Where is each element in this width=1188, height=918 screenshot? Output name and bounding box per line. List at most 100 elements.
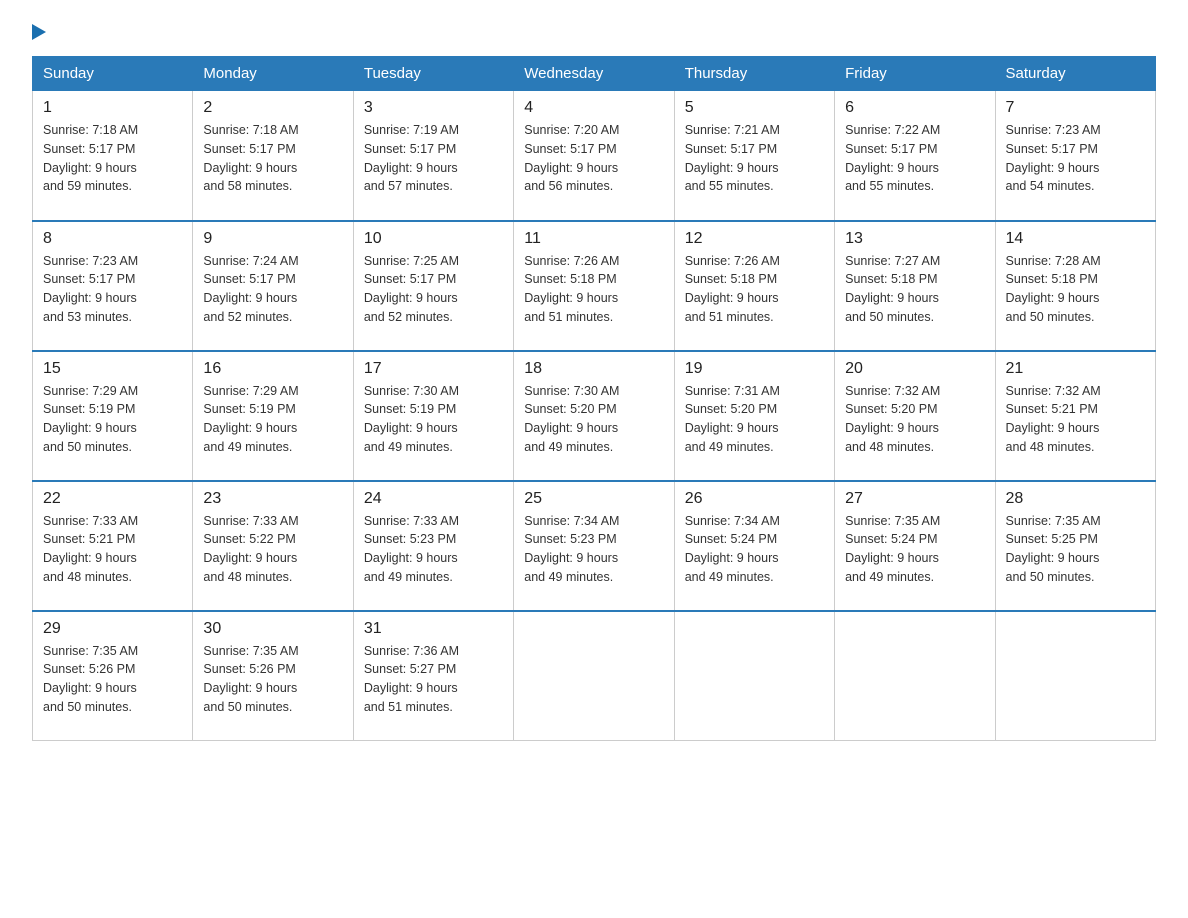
calendar-day-cell: 23 Sunrise: 7:33 AMSunset: 5:22 PMDaylig… [193, 481, 353, 611]
calendar-day-cell: 2 Sunrise: 7:18 AMSunset: 5:17 PMDayligh… [193, 91, 353, 221]
calendar-day-cell: 7 Sunrise: 7:23 AMSunset: 5:17 PMDayligh… [995, 91, 1155, 221]
day-info: Sunrise: 7:30 AMSunset: 5:19 PMDaylight:… [364, 382, 503, 457]
calendar-day-cell: 21 Sunrise: 7:32 AMSunset: 5:21 PMDaylig… [995, 351, 1155, 481]
calendar-week-row: 1 Sunrise: 7:18 AMSunset: 5:17 PMDayligh… [33, 91, 1156, 221]
day-info: Sunrise: 7:30 AMSunset: 5:20 PMDaylight:… [524, 382, 663, 457]
calendar-day-cell: 20 Sunrise: 7:32 AMSunset: 5:20 PMDaylig… [835, 351, 995, 481]
day-number: 24 [364, 490, 503, 508]
calendar-day-cell: 3 Sunrise: 7:19 AMSunset: 5:17 PMDayligh… [353, 91, 513, 221]
day-info: Sunrise: 7:33 AMSunset: 5:21 PMDaylight:… [43, 512, 182, 587]
calendar-day-cell: 9 Sunrise: 7:24 AMSunset: 5:17 PMDayligh… [193, 221, 353, 351]
day-of-week-header: Wednesday [514, 57, 674, 91]
calendar-week-row: 22 Sunrise: 7:33 AMSunset: 5:21 PMDaylig… [33, 481, 1156, 611]
day-of-week-header: Sunday [33, 57, 193, 91]
day-of-week-header: Thursday [674, 57, 834, 91]
calendar-day-cell [514, 611, 674, 741]
day-number: 28 [1006, 490, 1145, 508]
day-number: 8 [43, 230, 182, 248]
day-info: Sunrise: 7:26 AMSunset: 5:18 PMDaylight:… [524, 252, 663, 327]
day-info: Sunrise: 7:24 AMSunset: 5:17 PMDaylight:… [203, 252, 342, 327]
calendar-day-cell: 29 Sunrise: 7:35 AMSunset: 5:26 PMDaylig… [33, 611, 193, 741]
calendar-day-cell: 25 Sunrise: 7:34 AMSunset: 5:23 PMDaylig… [514, 481, 674, 611]
day-info: Sunrise: 7:18 AMSunset: 5:17 PMDaylight:… [43, 121, 182, 196]
calendar-day-cell: 31 Sunrise: 7:36 AMSunset: 5:27 PMDaylig… [353, 611, 513, 741]
day-number: 29 [43, 620, 182, 638]
logo-general [32, 24, 46, 40]
day-of-week-header: Monday [193, 57, 353, 91]
day-info: Sunrise: 7:32 AMSunset: 5:21 PMDaylight:… [1006, 382, 1145, 457]
calendar-day-cell: 18 Sunrise: 7:30 AMSunset: 5:20 PMDaylig… [514, 351, 674, 481]
logo-flag-icon [32, 24, 46, 40]
day-info: Sunrise: 7:19 AMSunset: 5:17 PMDaylight:… [364, 121, 503, 196]
day-of-week-header: Saturday [995, 57, 1155, 91]
day-number: 12 [685, 230, 824, 248]
calendar-day-cell: 8 Sunrise: 7:23 AMSunset: 5:17 PMDayligh… [33, 221, 193, 351]
day-info: Sunrise: 7:34 AMSunset: 5:24 PMDaylight:… [685, 512, 824, 587]
day-info: Sunrise: 7:25 AMSunset: 5:17 PMDaylight:… [364, 252, 503, 327]
day-number: 5 [685, 99, 824, 117]
calendar-week-row: 29 Sunrise: 7:35 AMSunset: 5:26 PMDaylig… [33, 611, 1156, 741]
day-info: Sunrise: 7:32 AMSunset: 5:20 PMDaylight:… [845, 382, 984, 457]
calendar-day-cell: 28 Sunrise: 7:35 AMSunset: 5:25 PMDaylig… [995, 481, 1155, 611]
day-number: 13 [845, 230, 984, 248]
calendar-day-cell [674, 611, 834, 741]
day-info: Sunrise: 7:35 AMSunset: 5:26 PMDaylight:… [43, 642, 182, 717]
calendar-table: SundayMondayTuesdayWednesdayThursdayFrid… [32, 56, 1156, 741]
calendar-day-cell: 13 Sunrise: 7:27 AMSunset: 5:18 PMDaylig… [835, 221, 995, 351]
calendar-day-cell: 5 Sunrise: 7:21 AMSunset: 5:17 PMDayligh… [674, 91, 834, 221]
day-info: Sunrise: 7:35 AMSunset: 5:25 PMDaylight:… [1006, 512, 1145, 587]
calendar-day-cell: 4 Sunrise: 7:20 AMSunset: 5:17 PMDayligh… [514, 91, 674, 221]
day-info: Sunrise: 7:23 AMSunset: 5:17 PMDaylight:… [1006, 121, 1145, 196]
calendar-day-cell: 27 Sunrise: 7:35 AMSunset: 5:24 PMDaylig… [835, 481, 995, 611]
logo [32, 24, 46, 40]
calendar-day-cell: 26 Sunrise: 7:34 AMSunset: 5:24 PMDaylig… [674, 481, 834, 611]
day-number: 9 [203, 230, 342, 248]
calendar-day-cell: 11 Sunrise: 7:26 AMSunset: 5:18 PMDaylig… [514, 221, 674, 351]
day-number: 31 [364, 620, 503, 638]
day-number: 16 [203, 360, 342, 378]
calendar-header-row: SundayMondayTuesdayWednesdayThursdayFrid… [33, 57, 1156, 91]
calendar-day-cell: 14 Sunrise: 7:28 AMSunset: 5:18 PMDaylig… [995, 221, 1155, 351]
day-number: 30 [203, 620, 342, 638]
day-info: Sunrise: 7:34 AMSunset: 5:23 PMDaylight:… [524, 512, 663, 587]
day-number: 23 [203, 490, 342, 508]
day-info: Sunrise: 7:35 AMSunset: 5:26 PMDaylight:… [203, 642, 342, 717]
day-number: 20 [845, 360, 984, 378]
day-info: Sunrise: 7:21 AMSunset: 5:17 PMDaylight:… [685, 121, 824, 196]
calendar-day-cell [995, 611, 1155, 741]
day-info: Sunrise: 7:29 AMSunset: 5:19 PMDaylight:… [43, 382, 182, 457]
day-info: Sunrise: 7:26 AMSunset: 5:18 PMDaylight:… [685, 252, 824, 327]
calendar-day-cell: 24 Sunrise: 7:33 AMSunset: 5:23 PMDaylig… [353, 481, 513, 611]
day-number: 17 [364, 360, 503, 378]
day-number: 11 [524, 230, 663, 248]
calendar-day-cell: 17 Sunrise: 7:30 AMSunset: 5:19 PMDaylig… [353, 351, 513, 481]
day-number: 22 [43, 490, 182, 508]
calendar-day-cell [835, 611, 995, 741]
day-number: 21 [1006, 360, 1145, 378]
day-info: Sunrise: 7:36 AMSunset: 5:27 PMDaylight:… [364, 642, 503, 717]
calendar-day-cell: 1 Sunrise: 7:18 AMSunset: 5:17 PMDayligh… [33, 91, 193, 221]
day-info: Sunrise: 7:22 AMSunset: 5:17 PMDaylight:… [845, 121, 984, 196]
calendar-week-row: 15 Sunrise: 7:29 AMSunset: 5:19 PMDaylig… [33, 351, 1156, 481]
day-number: 7 [1006, 99, 1145, 117]
day-info: Sunrise: 7:35 AMSunset: 5:24 PMDaylight:… [845, 512, 984, 587]
day-number: 2 [203, 99, 342, 117]
calendar-day-cell: 19 Sunrise: 7:31 AMSunset: 5:20 PMDaylig… [674, 351, 834, 481]
day-of-week-header: Tuesday [353, 57, 513, 91]
day-number: 19 [685, 360, 824, 378]
calendar-day-cell: 15 Sunrise: 7:29 AMSunset: 5:19 PMDaylig… [33, 351, 193, 481]
day-info: Sunrise: 7:27 AMSunset: 5:18 PMDaylight:… [845, 252, 984, 327]
page-header [32, 24, 1156, 40]
day-info: Sunrise: 7:33 AMSunset: 5:22 PMDaylight:… [203, 512, 342, 587]
day-number: 3 [364, 99, 503, 117]
calendar-day-cell: 22 Sunrise: 7:33 AMSunset: 5:21 PMDaylig… [33, 481, 193, 611]
day-number: 27 [845, 490, 984, 508]
day-of-week-header: Friday [835, 57, 995, 91]
day-info: Sunrise: 7:29 AMSunset: 5:19 PMDaylight:… [203, 382, 342, 457]
day-number: 4 [524, 99, 663, 117]
calendar-day-cell: 30 Sunrise: 7:35 AMSunset: 5:26 PMDaylig… [193, 611, 353, 741]
day-number: 26 [685, 490, 824, 508]
day-info: Sunrise: 7:18 AMSunset: 5:17 PMDaylight:… [203, 121, 342, 196]
day-info: Sunrise: 7:31 AMSunset: 5:20 PMDaylight:… [685, 382, 824, 457]
day-number: 25 [524, 490, 663, 508]
